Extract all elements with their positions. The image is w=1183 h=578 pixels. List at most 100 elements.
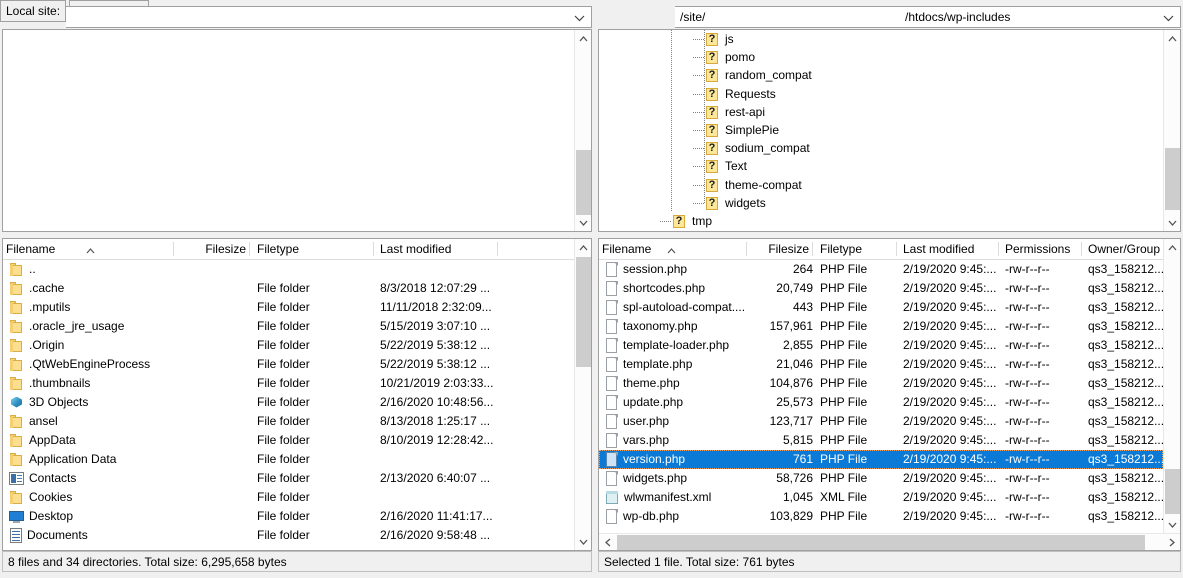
- cell-filetype: PHP File: [820, 450, 900, 469]
- scroll-up-arrow[interactable]: [1164, 30, 1181, 47]
- table-row[interactable]: shortcodes.php20,749PHP File2/19/2020 9:…: [599, 279, 1163, 298]
- table-row[interactable]: anselFile folder8/13/2018 1:25:17 ...: [3, 412, 574, 431]
- remote-list-hscroll-thumb[interactable]: [617, 535, 1145, 550]
- table-row[interactable]: spl-autoload-compat....443PHP File2/19/2…: [599, 298, 1163, 317]
- column-label: Filesize: [205, 242, 246, 256]
- table-row[interactable]: Application DataFile folder: [3, 450, 574, 469]
- tree-item[interactable]: ?tmp: [599, 212, 1162, 230]
- table-row[interactable]: theme.php104,876PHP File2/19/2020 9:45:.…: [599, 374, 1163, 393]
- local-tree-scrollbar[interactable]: [574, 30, 591, 231]
- tree-connector: [693, 185, 704, 186]
- cell-filename: Application Data: [6, 450, 177, 469]
- chevron-down-icon[interactable]: [574, 7, 585, 28]
- remote-list-header[interactable]: Filename Filesize Filetype Last modified…: [599, 239, 1163, 260]
- table-row[interactable]: CookiesFile folder: [3, 488, 574, 507]
- filename-text: session.php: [623, 260, 687, 279]
- scroll-up-arrow[interactable]: [1164, 239, 1181, 256]
- table-row[interactable]: wp-db.php103,829PHP File2/19/2020 9:45:.…: [599, 507, 1163, 526]
- remote-file-list[interactable]: Filename Filesize Filetype Last modified…: [598, 238, 1181, 551]
- cell-modified: 2/16/2020 10:48:56...: [380, 393, 500, 412]
- remote-directory-tree[interactable]: ?js?pomo?random_compat?Requests?rest-api…: [598, 29, 1181, 232]
- column-header-filename[interactable]: Filename: [602, 239, 747, 259]
- scroll-down-arrow[interactable]: [1164, 516, 1181, 533]
- column-header-filesize[interactable]: Filesize: [749, 239, 813, 259]
- remote-tree-content: ?js?pomo?random_compat?Requests?rest-api…: [599, 30, 1162, 231]
- cell-owner: qs3_158212...: [1088, 355, 1163, 374]
- tree-item[interactable]: ?sodium_compat: [599, 139, 1162, 157]
- column-header-filetype[interactable]: Filetype: [817, 239, 897, 259]
- local-site-input[interactable]: [66, 6, 592, 28]
- local-file-list[interactable]: Filename Filesize Filetype Last modified…: [2, 238, 592, 551]
- cell-permissions: -rw-r--r--: [1005, 355, 1085, 374]
- table-row[interactable]: wlwmanifest.xml1,045XML File2/19/2020 9:…: [599, 488, 1163, 507]
- cell-permissions: -rw-r--r--: [1005, 260, 1085, 279]
- scroll-down-arrow[interactable]: [575, 214, 592, 231]
- remote-tree-scroll-thumb[interactable]: [1165, 148, 1180, 210]
- local-tree-scroll-thumb[interactable]: [576, 150, 591, 215]
- remote-list-hscrollbar[interactable]: [599, 533, 1180, 550]
- local-directory-tree[interactable]: [2, 29, 592, 232]
- column-header-lastmodified[interactable]: Last modified: [377, 239, 498, 259]
- tree-item[interactable]: ?widgets: [599, 194, 1162, 212]
- local-list-header[interactable]: Filename Filesize Filetype Last modified: [3, 239, 574, 260]
- chevron-down-icon[interactable]: [1163, 7, 1174, 28]
- remote-list-scroll-thumb[interactable]: [1165, 469, 1180, 514]
- tree-item[interactable]: ?Text: [599, 157, 1162, 175]
- tree-connector: [693, 94, 704, 95]
- scroll-up-arrow[interactable]: [575, 239, 592, 256]
- tree-item[interactable]: ?Requests: [599, 85, 1162, 103]
- table-row[interactable]: DocumentsFile folder2/16/2020 9:58:48 ..…: [3, 526, 574, 545]
- tree-connector: [693, 148, 704, 149]
- tree-item[interactable]: ?rest-api: [599, 103, 1162, 121]
- tree-item[interactable]: ?SimplePie: [599, 121, 1162, 139]
- remote-list-scrollbar[interactable]: [1163, 239, 1180, 533]
- filename-text: .thumbnails: [29, 374, 90, 393]
- table-row[interactable]: .thumbnailsFile folder10/21/2019 2:03:33…: [3, 374, 574, 393]
- tree-item[interactable]: ?theme-compat: [599, 176, 1162, 194]
- table-row[interactable]: 3D ObjectsFile folder2/16/2020 10:48:56.…: [3, 393, 574, 412]
- table-row[interactable]: version.php761PHP File2/19/2020 9:45:...…: [599, 450, 1163, 469]
- column-header-lastmodified[interactable]: Last modified: [900, 239, 999, 259]
- cell-filename: template.php: [602, 355, 750, 374]
- column-header-filename[interactable]: Filename: [6, 239, 174, 259]
- cell-filesize: 103,829: [749, 507, 817, 526]
- table-row[interactable]: widgets.php58,726PHP File2/19/2020 9:45:…: [599, 469, 1163, 488]
- local-list-scrollbar[interactable]: [574, 239, 591, 550]
- column-header-permissions[interactable]: Permissions: [1002, 239, 1082, 259]
- scroll-left-arrow[interactable]: [599, 534, 616, 551]
- column-header-filetype[interactable]: Filetype: [254, 239, 374, 259]
- table-row[interactable]: AppDataFile folder8/10/2019 12:28:42...: [3, 431, 574, 450]
- cell-filesize: 157,961: [749, 317, 817, 336]
- table-row[interactable]: template.php21,046PHP File2/19/2020 9:45…: [599, 355, 1163, 374]
- tree-item[interactable]: ?pomo: [599, 48, 1162, 66]
- table-row[interactable]: .QtWebEngineProcessFile folder5/22/2019 …: [3, 355, 574, 374]
- table-row[interactable]: ContactsFile folder2/13/2020 6:40:07 ...: [3, 469, 574, 488]
- table-row[interactable]: vars.php5,815PHP File2/19/2020 9:45:...-…: [599, 431, 1163, 450]
- table-row[interactable]: update.php25,573PHP File2/19/2020 9:45:.…: [599, 393, 1163, 412]
- table-row[interactable]: session.php264PHP File2/19/2020 9:45:...…: [599, 260, 1163, 279]
- cell-filename: vars.php: [602, 431, 750, 450]
- tree-item[interactable]: ?random_compat: [599, 66, 1162, 84]
- remote-site-input[interactable]: /site/ /htdocs/wp-includes: [675, 6, 1181, 28]
- scroll-up-arrow[interactable]: [575, 30, 592, 47]
- table-row[interactable]: user.php123,717PHP File2/19/2020 9:45:..…: [599, 412, 1163, 431]
- table-row[interactable]: template-loader.php2,855PHP File2/19/202…: [599, 336, 1163, 355]
- table-row[interactable]: .oracle_jre_usageFile folder5/15/2019 3:…: [3, 317, 574, 336]
- scroll-down-arrow[interactable]: [1164, 214, 1181, 231]
- remote-tree-scrollbar[interactable]: [1163, 30, 1180, 231]
- table-row[interactable]: .OriginFile folder5/22/2019 5:38:12 ...: [3, 336, 574, 355]
- column-header-filesize[interactable]: Filesize: [176, 239, 250, 259]
- table-row[interactable]: .cacheFile folder8/3/2018 12:07:29 ...: [3, 279, 574, 298]
- column-label: Filename: [602, 242, 651, 256]
- table-row[interactable]: DesktopFile folder2/16/2020 11:41:17...: [3, 507, 574, 526]
- table-row[interactable]: taxonomy.php157,961PHP File2/19/2020 9:4…: [599, 317, 1163, 336]
- tree-item[interactable]: ?js: [599, 30, 1162, 48]
- cell-filesize: 264: [749, 260, 817, 279]
- column-header-ownergroup[interactable]: Owner/Group: [1085, 239, 1165, 259]
- scroll-down-arrow[interactable]: [575, 533, 592, 550]
- table-row[interactable]: .mputilsFile folder11/11/2018 2:32:09...: [3, 298, 574, 317]
- cell-filename: .cache: [6, 279, 177, 298]
- scroll-right-arrow[interactable]: [1163, 534, 1180, 551]
- table-row[interactable]: ..: [3, 260, 574, 279]
- local-list-scroll-thumb[interactable]: [576, 257, 591, 367]
